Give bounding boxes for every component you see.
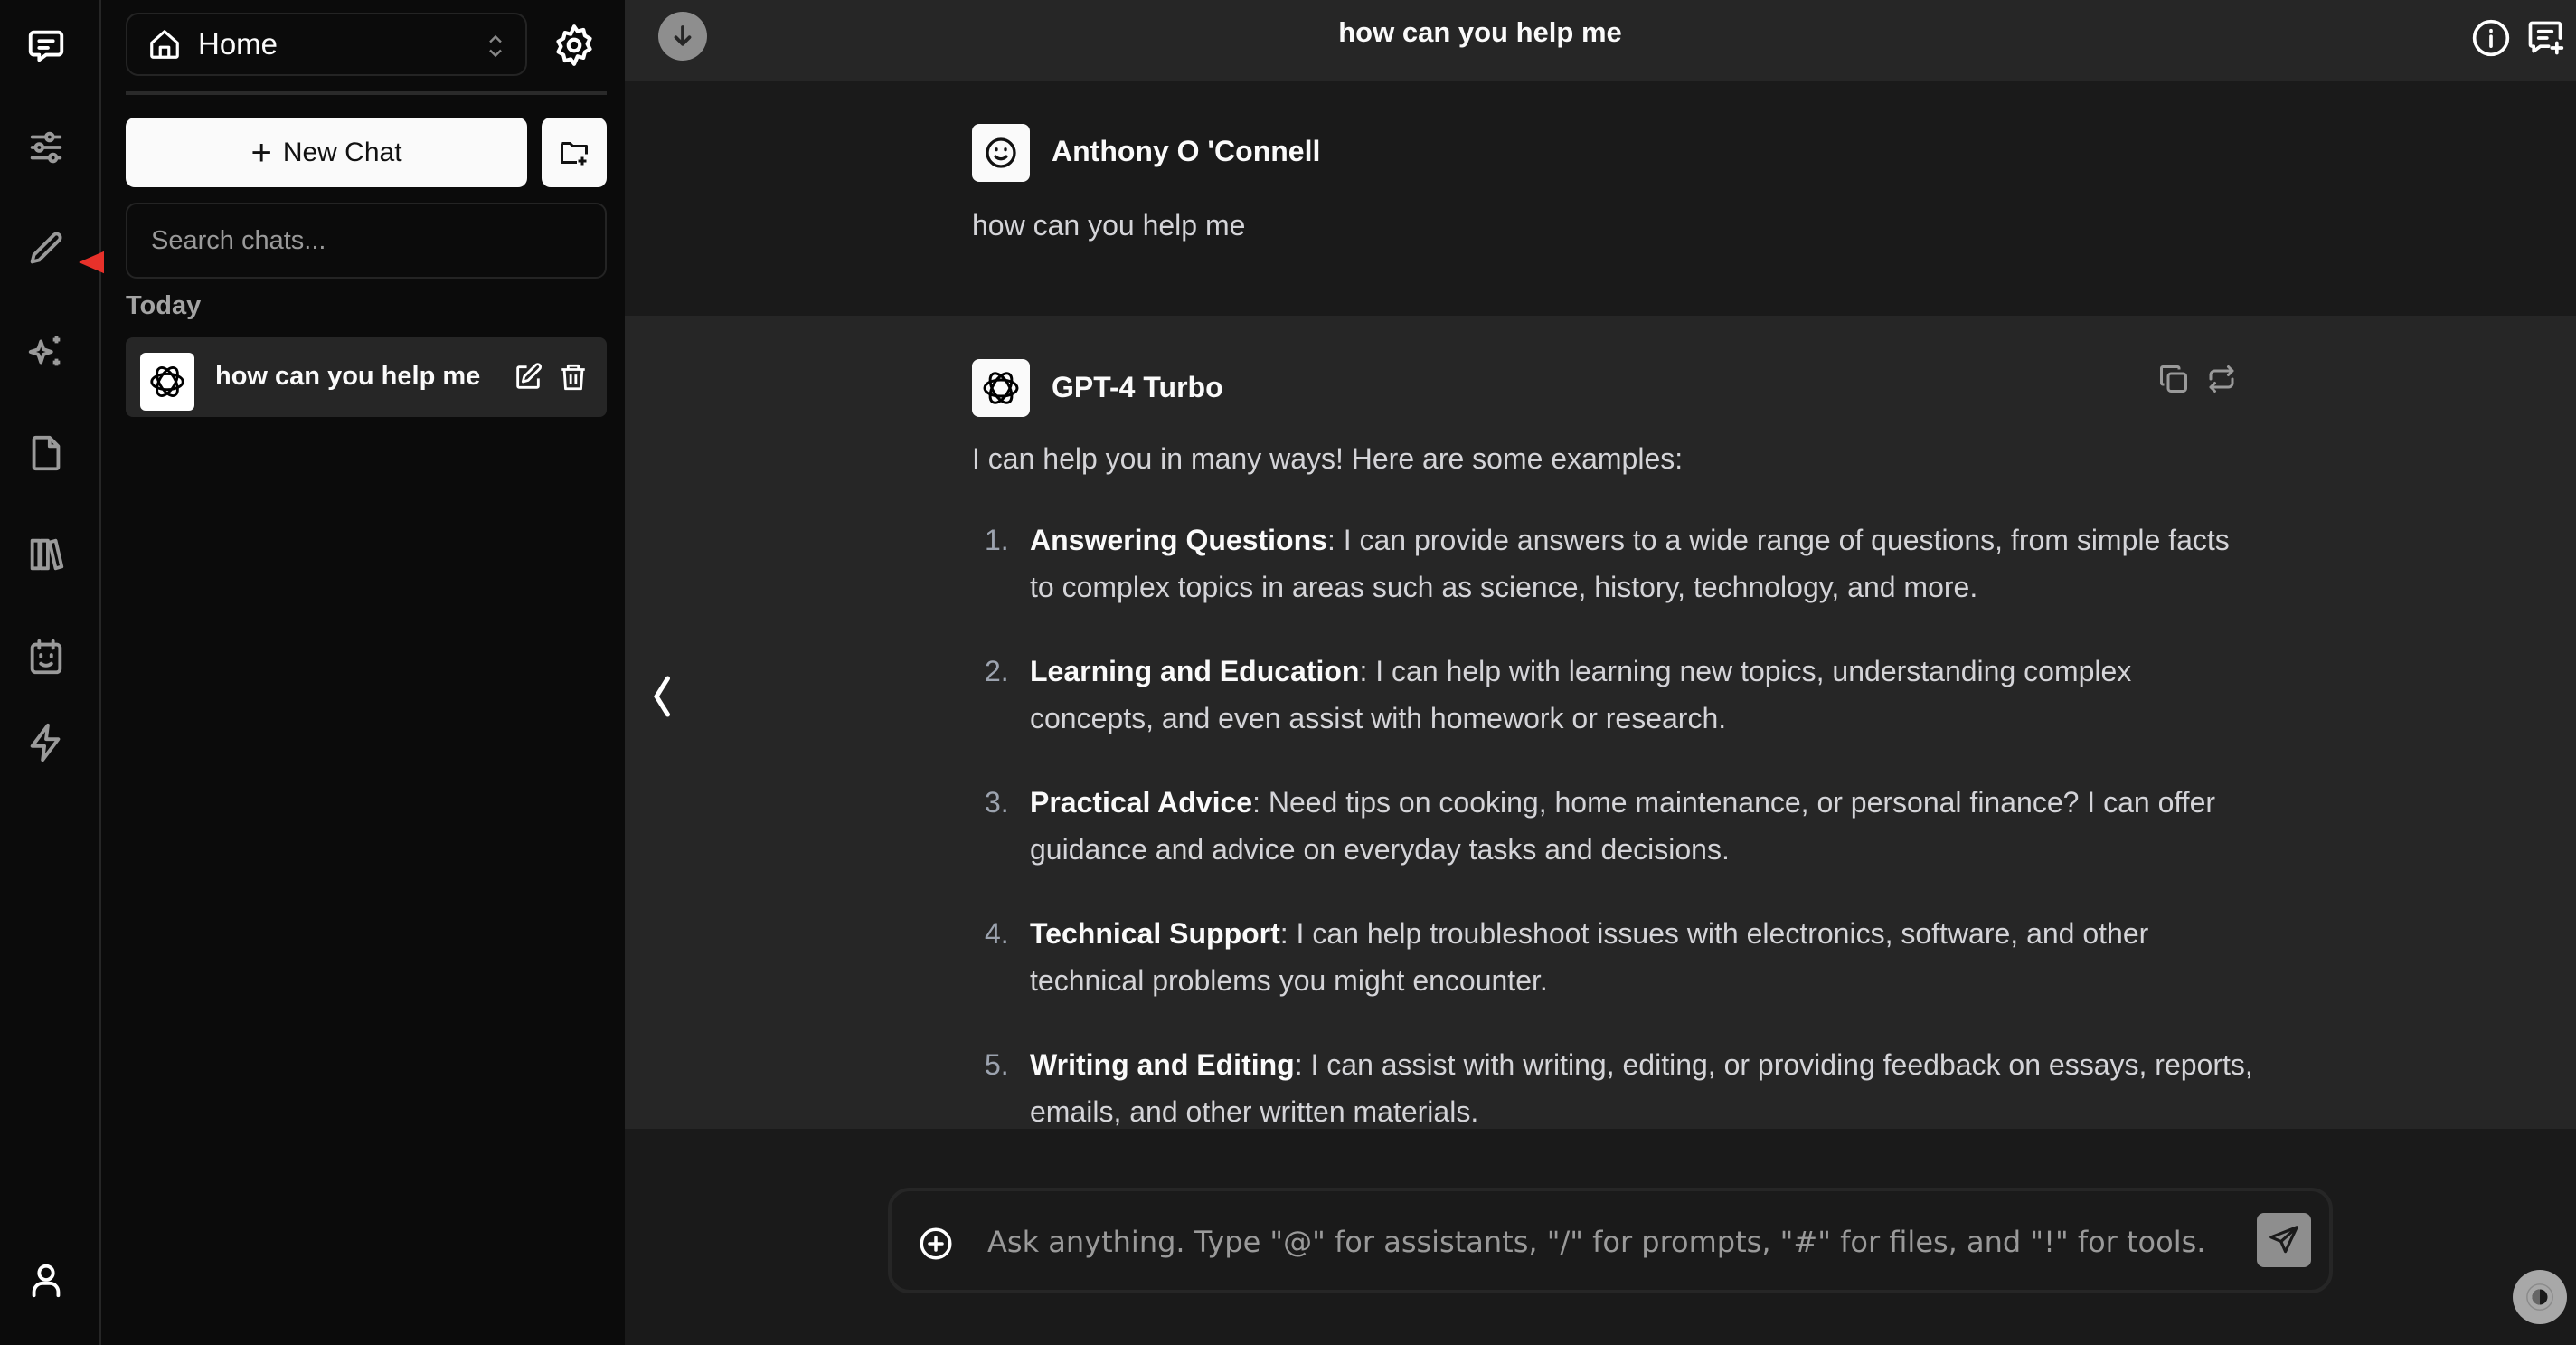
rail-files-button[interactable] [25, 432, 67, 474]
send-button[interactable] [2257, 1213, 2311, 1267]
sparkles-icon [28, 336, 61, 366]
rail-tools-button[interactable] [25, 722, 67, 763]
user-message-author: Anthony O 'Connell [1052, 135, 1321, 167]
assistant-list: 1. Answering Questions: I can provide ans… [972, 516, 2256, 1129]
main-chat-area: how can you help me Anthony O 'Connell h… [625, 0, 2576, 1345]
send-icon [2269, 1226, 2298, 1254]
rail-settings-button[interactable] [25, 127, 67, 168]
collapse-sidebar-chevron-icon[interactable] [647, 674, 675, 719]
user-avatar [972, 124, 1030, 182]
new-folder-button[interactable] [542, 118, 607, 187]
new-chat-label: New Chat [282, 137, 402, 167]
openai-logo-icon [983, 372, 1019, 404]
contrast-icon [2526, 1283, 2553, 1311]
composer [888, 1188, 2333, 1293]
list-item-title: Learning and Education [1030, 655, 1360, 687]
list-item: 4. Technical Support: I can help troubles… [985, 917, 2149, 997]
list-item: 3. Practical Advice: Need tips on cooking… [985, 786, 2216, 866]
rail-chats-button[interactable] [25, 25, 67, 67]
chat-item-title: how can you help me [215, 362, 481, 391]
gear-icon[interactable] [552, 23, 597, 68]
lightning-icon [30, 723, 61, 762]
list-item-title: Technical Support [1030, 917, 1280, 950]
assistant-avatar [972, 359, 1030, 417]
user-message: Anthony O 'Connell how can you help me [625, 81, 2576, 316]
rail-assistants-button[interactable] [25, 331, 67, 373]
search-chats-input[interactable] [126, 203, 607, 279]
message-input[interactable] [987, 1218, 2235, 1265]
info-icon[interactable] [2471, 18, 2511, 58]
rail-collections-button[interactable] [25, 534, 67, 575]
openai-logo-icon [150, 366, 184, 397]
icon-rail [0, 0, 101, 1345]
list-item-title: Answering Questions [1030, 524, 1327, 556]
assistant-message-author: GPT-4 Turbo [1052, 371, 1223, 403]
sidebar-divider [126, 91, 607, 95]
file-icon [32, 435, 61, 471]
smiley-icon [986, 137, 1016, 168]
chevron-up-down-icon [489, 34, 502, 58]
chat-icon [28, 30, 64, 62]
theme-toggle-button[interactable] [2513, 1270, 2567, 1324]
rail-profile-button[interactable] [25, 1259, 67, 1301]
rail-prompts-button[interactable] [25, 229, 67, 270]
regenerate-icon[interactable] [2205, 363, 2238, 395]
list-item-title: Writing and Editing [1030, 1048, 1295, 1081]
chat-item-avatar [140, 353, 194, 411]
list-item: 2. Learning and Education: I can help wit… [985, 655, 2132, 734]
assistant-intro-text: I can help you in many ways! Here are so… [972, 442, 1684, 475]
user-icon [32, 1264, 61, 1298]
workspace-select-label: Home [198, 27, 278, 61]
chat-title: how can you help me [1338, 16, 1622, 48]
calendar-smile-icon [30, 639, 62, 675]
assistant-message: GPT-4 Turbo I can help you in many ways!… [625, 316, 2576, 1129]
books-icon [30, 538, 64, 571]
edit-icon[interactable] [513, 362, 543, 393]
add-attachment-icon[interactable] [917, 1225, 955, 1263]
folder-plus-icon [561, 141, 588, 165]
chat-list-item[interactable]: how can you help me [126, 337, 607, 417]
copy-icon[interactable] [2157, 363, 2190, 395]
list-item: 1. Answering Questions: I can provide ans… [985, 524, 2230, 603]
pencil-icon [30, 232, 62, 264]
list-item: 5. Writing and Editing: I can assist with… [985, 1048, 2253, 1128]
home-icon [150, 30, 179, 59]
user-message-text: how can you help me [972, 209, 1246, 242]
section-label-today: Today [126, 291, 202, 320]
workspace-select[interactable]: Home [126, 13, 527, 76]
sidebar: Home + New Chat Today how can you help m… [104, 0, 625, 1345]
trash-icon[interactable] [558, 362, 589, 393]
chat-header: how can you help me [625, 0, 2576, 81]
sliders-icon [30, 131, 62, 164]
rail-models-button[interactable] [25, 636, 67, 677]
new-chat-button[interactable]: + New Chat [126, 118, 527, 187]
list-item-title: Practical Advice [1030, 786, 1253, 819]
new-chat-icon[interactable] [2525, 18, 2565, 58]
plus-icon: + [250, 132, 272, 173]
